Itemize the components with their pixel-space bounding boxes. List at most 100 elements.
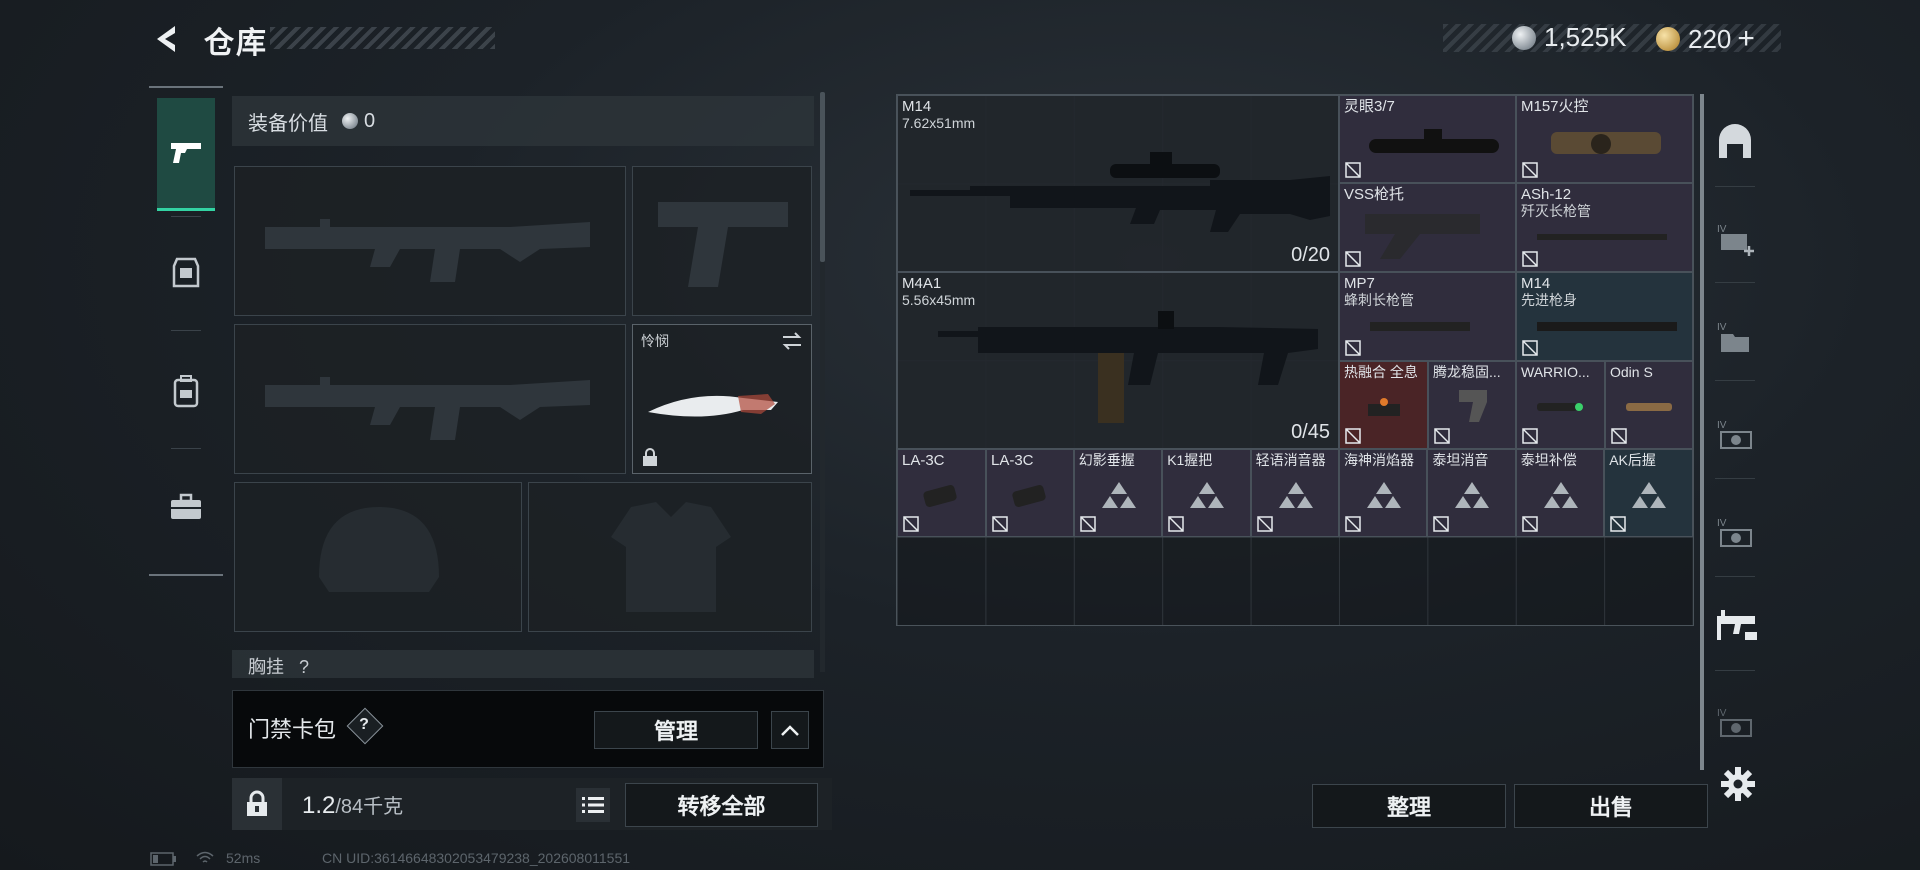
armor-icon — [172, 257, 200, 288]
item-name: Odin S — [1610, 364, 1653, 380]
item-sub: 先进枪身 — [1521, 292, 1577, 308]
manage-button[interactable]: 管理 — [594, 711, 758, 749]
gold-coin-icon — [1656, 27, 1680, 51]
inventory-item-attachment[interactable]: 泰坦补偿 — [1515, 449, 1605, 537]
warehouse-tab-add[interactable]: IV — [1715, 218, 1755, 258]
no-insurance-icon — [1345, 428, 1361, 444]
chest-rig-count: ? — [299, 657, 310, 677]
equipment-value: 0 — [364, 109, 376, 132]
inventory-item-tactical-light[interactable]: LA-3C — [986, 449, 1074, 537]
receiver-icon — [1537, 322, 1677, 331]
inventory-item-stock[interactable]: VSS枪托 — [1339, 183, 1516, 272]
warehouse-tab-gear-1[interactable]: IV — [1715, 414, 1755, 454]
lock-button[interactable] — [232, 778, 282, 830]
inventory-item-holo-sight[interactable]: 热融合 全息 — [1339, 361, 1428, 449]
inventory-item-m4a1-rifle[interactable]: M4A1 5.56x45mm 0/45 — [897, 272, 1339, 449]
tactical-device-icon — [923, 485, 957, 507]
settings-button[interactable] — [1720, 766, 1756, 802]
warehouse-tab-gear-3[interactable]: IV — [1715, 702, 1755, 742]
weapon-rack-icon — [1717, 610, 1757, 640]
svg-text:IV: IV — [1717, 420, 1727, 431]
no-insurance-icon — [903, 516, 919, 532]
transfer-all-button[interactable]: 转移全部 — [625, 783, 818, 827]
toolbar-divider — [1700, 94, 1704, 770]
tab-armor[interactable] — [157, 218, 215, 328]
backpack-icon — [173, 375, 199, 408]
no-insurance-icon — [1345, 162, 1361, 178]
no-insurance-icon — [1522, 162, 1538, 178]
item-name: LA-3C — [991, 452, 1034, 469]
no-insurance-icon — [1522, 516, 1538, 532]
item-name: 幻影垂握 — [1078, 452, 1135, 468]
no-insurance-icon — [1522, 340, 1538, 356]
melee-slot[interactable]: 怜悯 — [632, 324, 812, 474]
no-insurance-icon — [1080, 516, 1096, 532]
no-insurance-icon — [1345, 340, 1361, 356]
back-button[interactable] — [150, 22, 184, 56]
help-button[interactable]: ? — [352, 713, 376, 737]
swap-icon[interactable] — [781, 331, 803, 351]
inventory-item-tactical-light[interactable]: LA-3C — [897, 449, 986, 537]
tab-weapons[interactable] — [157, 98, 215, 211]
inventory-item-m14-rifle[interactable]: M14 7.62x51mm 0/20 — [897, 95, 1339, 272]
silver-currency: 1,525K — [1512, 22, 1626, 53]
warehouse-home-button[interactable] — [1715, 122, 1755, 162]
lock-icon — [247, 790, 267, 816]
equipment-scrollbar[interactable] — [820, 92, 825, 262]
knife-icon — [648, 394, 778, 417]
ping-readout: 52ms — [226, 850, 261, 866]
item-name: M14 — [1521, 275, 1551, 292]
tab-backpack[interactable] — [157, 336, 215, 446]
no-insurance-icon — [1345, 516, 1361, 532]
silver-coin-icon — [1512, 25, 1536, 50]
warehouse-tab-weapons[interactable] — [1715, 606, 1757, 646]
storage-folder-icon: IV — [1717, 322, 1749, 352]
rifle-silhouette-icon — [265, 219, 590, 282]
inventory-item-attachment[interactable]: 轻语消音器 — [1250, 449, 1339, 537]
helmet-slot[interactable] — [234, 482, 522, 632]
inventory-item-grip[interactable]: 腾龙稳固... — [1428, 361, 1516, 449]
vault-icon — [1719, 124, 1751, 158]
warehouse-tab-files[interactable]: IV — [1715, 316, 1755, 356]
warehouse-tab-gear-2[interactable]: IV — [1715, 512, 1755, 552]
inventory-item-receiver[interactable]: M14 先进枪身 — [1516, 272, 1693, 361]
primary-weapon-slot-1[interactable] — [234, 166, 626, 316]
sell-button[interactable]: 出售 — [1514, 784, 1708, 828]
tab-briefcase[interactable] — [157, 452, 215, 562]
inventory-item-fire-control[interactable]: M157火控 — [1516, 95, 1693, 183]
item-caliber: 7.62x51mm — [902, 115, 976, 131]
inventory-item-flashlight[interactable]: Odin S — [1605, 361, 1693, 449]
sidearm-slot[interactable] — [632, 166, 812, 316]
item-name: AK后握 — [1609, 452, 1656, 468]
body-armor-slot[interactable] — [528, 482, 812, 632]
inventory-item-barrel[interactable]: ASh-12 歼灭长枪管 — [1516, 183, 1693, 272]
list-view-button[interactable] — [576, 788, 610, 822]
attachment-placeholder-icon — [1101, 482, 1136, 508]
capacity-weight: 1.2/84千克 — [302, 790, 403, 820]
lock-icon — [643, 448, 657, 466]
inventory-item-attachment[interactable]: 泰坦消音 — [1427, 449, 1516, 537]
collapse-button[interactable] — [771, 711, 809, 749]
add-currency-button[interactable]: + — [1737, 22, 1755, 56]
inventory-item-barrel[interactable]: MP7 蜂刺长枪管 — [1339, 272, 1516, 361]
inventory-item-laser[interactable]: WARRIO... — [1516, 361, 1605, 449]
primary-weapon-slot-2[interactable] — [234, 324, 626, 474]
no-insurance-icon — [1256, 516, 1273, 532]
attachment-placeholder-icon — [1632, 482, 1667, 508]
no-insurance-icon — [1434, 428, 1450, 444]
inventory-item-attachment[interactable]: AK后握 — [1604, 449, 1693, 537]
chest-rig-slot[interactable]: 胸挂 ? — [232, 650, 814, 678]
briefcase-icon — [171, 493, 201, 519]
inventory-item-scope[interactable]: 灵眼3/7 — [1339, 95, 1516, 183]
inventory-item-attachment[interactable]: K1握把 — [1162, 449, 1251, 537]
chevron-up-icon — [781, 725, 799, 736]
sort-button[interactable]: 整理 — [1312, 784, 1506, 828]
no-insurance-icon — [1345, 251, 1361, 267]
item-sub: 蜂刺长枪管 — [1344, 292, 1414, 308]
attachment-placeholder-icon — [1455, 482, 1490, 508]
inventory-item-attachment[interactable]: 海神消焰器 — [1339, 449, 1428, 537]
optic-icon — [1551, 132, 1661, 154]
no-insurance-icon — [1611, 428, 1627, 444]
inventory-item-attachment[interactable]: 幻影垂握 — [1073, 449, 1163, 537]
barrel-icon — [1370, 322, 1470, 331]
